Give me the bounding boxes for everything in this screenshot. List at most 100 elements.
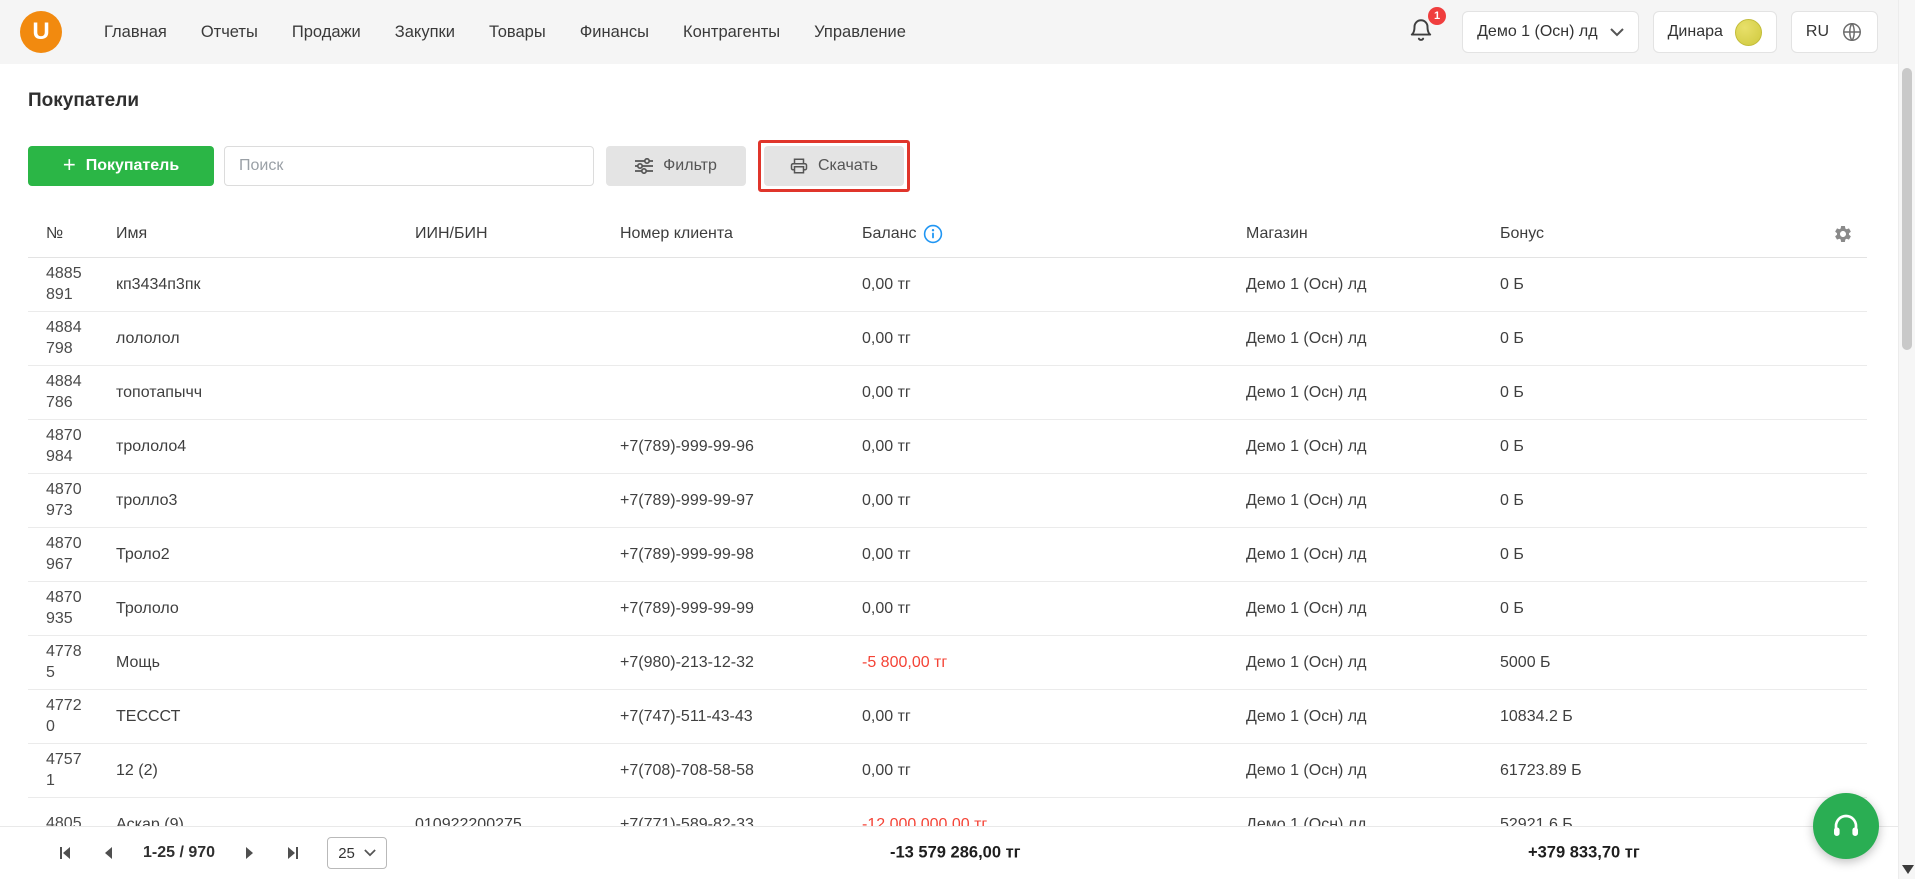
cell-balance: 0,00 тг	[862, 275, 911, 293]
cell-name: Троло2	[116, 545, 170, 563]
table-row[interactable]: 47785 Мощь +7(980)-213-12-32 -5 800,00 т…	[28, 636, 1867, 690]
cell-number: 4870984	[46, 426, 82, 465]
cell-bonus: 61723.89 Б	[1500, 761, 1582, 779]
store-selector-label: Демо 1 (Осн) лд	[1477, 23, 1598, 40]
cell-balance: 0,00 тг	[862, 437, 911, 455]
nav-item-sales[interactable]: Продажи	[292, 23, 361, 42]
column-header-balance: Баланс	[862, 224, 1246, 244]
cell-number: 47571	[46, 750, 82, 789]
pagination-bar: 1-25 / 970 25 -13 579 286,00 тг +379 833…	[0, 826, 1898, 879]
cell-phone: +7(789)-999-99-99	[620, 599, 754, 617]
notifications-button[interactable]: 1	[1404, 6, 1447, 52]
cell-bonus: 0 Б	[1500, 329, 1524, 347]
plus-icon: +	[62, 152, 76, 177]
app-logo[interactable]: U	[20, 11, 62, 53]
next-page-button[interactable]	[239, 843, 259, 863]
table-row[interactable]: 4884798 лололол 0,00 тг Демо 1 (Осн) лд …	[28, 312, 1867, 366]
scrollbar-thumb[interactable]	[1902, 68, 1912, 350]
cell-number: 47720	[46, 696, 82, 735]
nav-item-finance[interactable]: Финансы	[580, 23, 649, 42]
cell-number: 4870935	[46, 588, 82, 627]
cell-name: лололол	[116, 329, 180, 347]
user-name: Динара	[1667, 23, 1723, 40]
nav-item-goods[interactable]: Товары	[489, 23, 546, 42]
column-header-bonus: Бонус	[1500, 224, 1545, 242]
cell-number: 4870967	[46, 534, 82, 573]
cell-name: кп3434п3пк	[116, 275, 201, 293]
cell-balance: 0,00 тг	[862, 383, 911, 401]
page-size-select[interactable]: 25	[327, 837, 388, 869]
add-customer-button[interactable]: + Покупатель	[28, 146, 214, 186]
prev-page-icon	[105, 847, 112, 859]
cell-name: 12 (2)	[116, 761, 158, 779]
cell-bonus: 0 Б	[1500, 599, 1524, 617]
filter-icon	[635, 158, 654, 174]
download-button[interactable]: Скачать	[764, 146, 904, 186]
first-page-button[interactable]	[55, 843, 75, 863]
cell-store: Демо 1 (Осн) лд	[1246, 707, 1367, 725]
table-row[interactable]: 4870935 Трололо +7(789)-999-99-99 0,00 т…	[28, 582, 1867, 636]
cell-number: 4870973	[46, 480, 82, 519]
first-page-icon	[60, 847, 70, 859]
language-selector[interactable]: RU	[1790, 11, 1878, 53]
nav-item-reports[interactable]: Отчеты	[201, 23, 258, 42]
cell-bonus: 0 Б	[1500, 437, 1524, 455]
app-root: U Главная Отчеты Продажи Закупки Товары …	[0, 0, 1915, 879]
cell-bonus: 5000 Б	[1500, 653, 1551, 671]
nav-item-purchases[interactable]: Закупки	[395, 23, 455, 42]
add-customer-label: Покупатель	[85, 157, 180, 174]
last-page-button[interactable]	[283, 843, 303, 863]
cell-phone: +7(789)-999-99-96	[620, 437, 754, 455]
cell-name: ТЕСССТ	[116, 707, 181, 725]
pager: 1-25 / 970 25	[55, 837, 388, 869]
column-header-number: №	[46, 224, 64, 242]
cell-phone: +7(980)-213-12-32	[620, 653, 754, 671]
user-menu[interactable]: Динара	[1652, 11, 1777, 53]
cell-bonus: 0 Б	[1500, 545, 1524, 563]
cell-number: 4885891	[46, 264, 82, 303]
column-header-iin: ИИН/БИН	[415, 224, 488, 242]
chevron-down-icon	[1609, 27, 1624, 36]
table-row[interactable]: 4870973 тролло3 +7(789)-999-99-97 0,00 т…	[28, 474, 1867, 528]
cell-number: 4884798	[46, 318, 82, 357]
search-input[interactable]	[224, 146, 594, 186]
page-title: Покупатели	[28, 90, 140, 111]
table-row[interactable]: 4870967 Троло2 +7(789)-999-99-98 0,00 тг…	[28, 528, 1867, 582]
filter-label: Фильтр	[663, 157, 717, 174]
store-selector[interactable]: Демо 1 (Осн) лд	[1462, 11, 1639, 53]
notification-badge: 1	[1428, 6, 1447, 25]
toolbar: + Покупатель Фильтр	[28, 140, 1898, 192]
cell-number: 47785	[46, 642, 82, 681]
nav-item-main[interactable]: Главная	[104, 23, 167, 42]
table-row[interactable]: 4870984 трололо4 +7(789)-999-99-96 0,00 …	[28, 420, 1867, 474]
nav-item-management[interactable]: Управление	[814, 23, 906, 42]
download-label: Скачать	[818, 157, 878, 174]
cell-store: Демо 1 (Осн) лд	[1246, 653, 1367, 671]
table-row[interactable]: 4885891 кп3434п3пк 0,00 тг Демо 1 (Осн) …	[28, 258, 1867, 312]
cell-name: Мощь	[116, 653, 160, 671]
prev-page-button[interactable]	[99, 843, 119, 863]
info-icon[interactable]	[923, 224, 943, 244]
cell-balance: 0,00 тг	[862, 599, 911, 617]
filter-button[interactable]: Фильтр	[606, 146, 746, 186]
table-row[interactable]: 47720 ТЕСССТ +7(747)-511-43-43 0,00 тг Д…	[28, 690, 1867, 744]
column-header-phone: Номер клиента	[620, 224, 733, 242]
cell-balance: 0,00 тг	[862, 329, 911, 347]
table-row[interactable]: 47571 12 (2) +7(708)-708-58-58 0,00 тг Д…	[28, 744, 1867, 798]
support-button[interactable]	[1813, 793, 1879, 859]
customers-table: № Имя ИИН/БИН Номер клиента Баланс Магаз…	[28, 210, 1867, 852]
page-size-value: 25	[338, 844, 355, 862]
cell-store: Демо 1 (Осн) лд	[1246, 437, 1367, 455]
nav-item-counterparties[interactable]: Контрагенты	[683, 23, 780, 42]
table-settings-button[interactable]	[1800, 224, 1867, 244]
scrollbar[interactable]	[1898, 0, 1915, 879]
top-navigation: U Главная Отчеты Продажи Закупки Товары …	[0, 0, 1898, 64]
column-header-name: Имя	[116, 224, 148, 242]
total-bonus: +379 833,70 тг	[1528, 843, 1640, 862]
column-header-store: Магазин	[1246, 224, 1308, 242]
main-content: Покупатели + Покупатель Фильтр	[0, 64, 1898, 852]
cell-name: трололо4	[116, 437, 187, 455]
printer-icon	[790, 158, 808, 174]
table-row[interactable]: 4884786 топотапычч 0,00 тг Демо 1 (Осн) …	[28, 366, 1867, 420]
scroll-down-arrow-icon[interactable]	[1902, 865, 1914, 874]
